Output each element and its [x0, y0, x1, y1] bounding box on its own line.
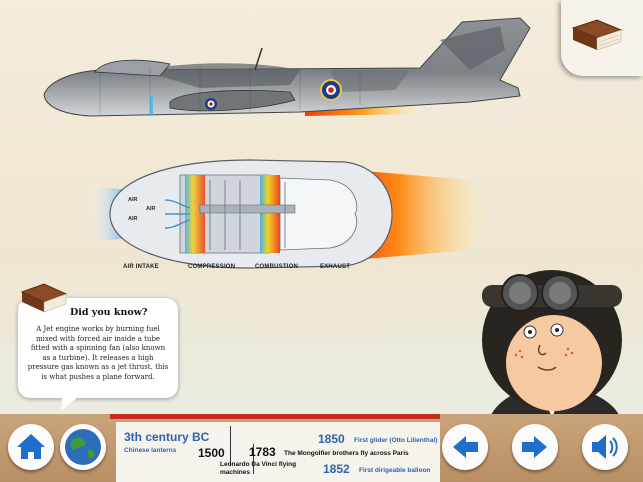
globe-button[interactable]	[60, 424, 106, 470]
engine-shaft	[199, 204, 296, 214]
air-label-middle: AIR	[146, 206, 156, 212]
book-icon	[571, 19, 623, 51]
timeline-year-1783: 1783	[249, 445, 276, 459]
home-button[interactable]	[8, 424, 54, 470]
timeline[interactable]: 3th century BC Chinese lanterns 1500 Leo…	[116, 422, 440, 482]
next-page-button[interactable]	[512, 424, 558, 470]
timeline-year-1500: 1500	[198, 446, 225, 460]
sound-toggle-button[interactable]	[582, 424, 628, 470]
label-compression: COMPRESSION	[188, 264, 236, 270]
speaker-icon	[592, 435, 618, 459]
did-you-know-text: A Jet engine works by burning fuel mixed…	[27, 325, 169, 381]
timeline-caption-first-glider: First glider (Otto Lilienthal)	[354, 437, 438, 444]
label-combustion: COMBUSTION	[255, 264, 298, 270]
label-exhaust: EXHAUST	[320, 264, 351, 270]
timeline-caption-first-dirigeable: First dirigeable balloon	[359, 467, 431, 474]
label-air-intake: AIR INTAKE	[123, 264, 159, 270]
previous-page-button[interactable]	[442, 424, 488, 470]
timeline-year-3th-century-bc: 3th century BC	[124, 430, 210, 444]
pilot-character	[482, 270, 622, 417]
timeline-caption-chinese-lanterns: Chinese lanterns	[124, 447, 177, 454]
air-label-bottom: AIR	[128, 216, 138, 222]
did-you-know-title: Did you know?	[70, 307, 148, 318]
book-icon	[20, 283, 68, 313]
arrow-right-icon	[522, 436, 547, 458]
app-screen: AIR AIR AIR AIR INTAKE COMPRESSION COMBU…	[0, 0, 643, 482]
engine-turbine-cone	[279, 177, 358, 251]
air-label-top: AIR	[128, 197, 138, 203]
book-menu-button[interactable]	[561, 0, 643, 76]
timeline-caption-leonardo: Leonardo Da Vinci flying machines	[220, 461, 297, 476]
timeline-caption-mongolfier: The Mongolfier brothers fly across Paris	[284, 450, 409, 457]
timeline-year-1850: 1850	[318, 432, 345, 446]
timeline-red-strip	[110, 414, 440, 419]
engine-combustion-chamber	[260, 175, 280, 253]
globe-icon	[65, 429, 101, 465]
timeline-year-1852: 1852	[323, 462, 350, 476]
arrow-left-icon	[453, 436, 478, 458]
home-icon	[17, 434, 45, 459]
